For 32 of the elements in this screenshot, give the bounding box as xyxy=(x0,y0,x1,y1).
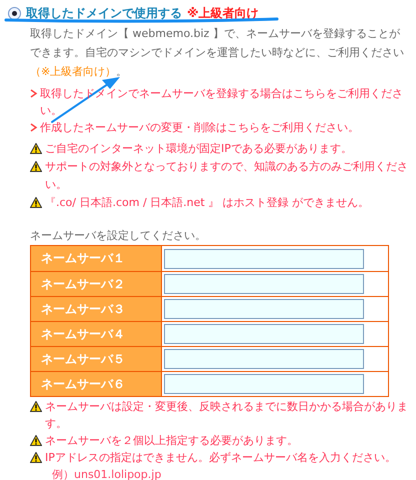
nameserver-input[interactable] xyxy=(164,299,364,319)
warning-icon xyxy=(30,435,42,446)
note-text: IPアドレスの指定はできません。必ずネームサーバ名を入力ください。 xyxy=(45,450,396,466)
nameserver-input[interactable] xyxy=(164,349,364,369)
prompt-text: ネームサーバを設定してください。 xyxy=(30,228,207,244)
nameserver-label: ネームサーバ２ xyxy=(31,272,162,296)
warning-text: サポートの対象外となっておりますので、知識のある方のみご利用ください。 xyxy=(45,159,408,193)
warning-icon xyxy=(30,452,42,463)
nameserver-label: ネームサーバ１ xyxy=(31,246,162,271)
nameserver-label: ネームサーバ３ xyxy=(31,297,162,321)
example-text: 例）uns01.lolipop.jp xyxy=(51,467,162,480)
warning-icon xyxy=(30,143,42,154)
nameserver-input[interactable] xyxy=(164,324,364,344)
nameserver-link[interactable]: 作成したネームサーバの変更・削除はこちらをご利用ください。 xyxy=(40,119,359,136)
option-label[interactable]: 取得したドメインで使用する xyxy=(26,4,182,22)
nameserver-input[interactable] xyxy=(164,374,364,394)
arrow-drawing xyxy=(51,77,120,123)
nameserver-label: ネームサーバ６ xyxy=(31,372,162,396)
note-text: ネームサーバは設定・変更後、反映されるまでに数日かかる場合があります。 xyxy=(45,399,408,432)
nameserver-input[interactable] xyxy=(164,274,364,294)
nameserver-input[interactable] xyxy=(164,248,364,268)
advanced-note: ※上級者向け xyxy=(187,4,259,22)
nameserver-label: ネームサーバ４ xyxy=(31,322,162,346)
note-text: ネームサーバを２個以上指定する必要があります。 xyxy=(45,433,298,449)
warning-text: 『.co/ 日本語.com / 日本語.net 』 はホスト登録 ができません。 xyxy=(45,195,370,211)
warning-text: ご自宅のインターネット環境が固定IPである必要があります。 xyxy=(45,141,352,157)
radio-button[interactable] xyxy=(8,6,21,20)
description-text: 取得したドメイン【 webmemo.biz 】で、ネームサーバを登録することができます。自宅のマシンでドメインを運営したい時などに、ご利用ください （※上級者向け）。 xyxy=(30,26,405,80)
nameserver-label: ネームサーバ５ xyxy=(31,347,162,371)
warning-icon xyxy=(30,161,42,172)
warning-icon xyxy=(30,197,42,208)
warning-icon xyxy=(30,401,42,412)
